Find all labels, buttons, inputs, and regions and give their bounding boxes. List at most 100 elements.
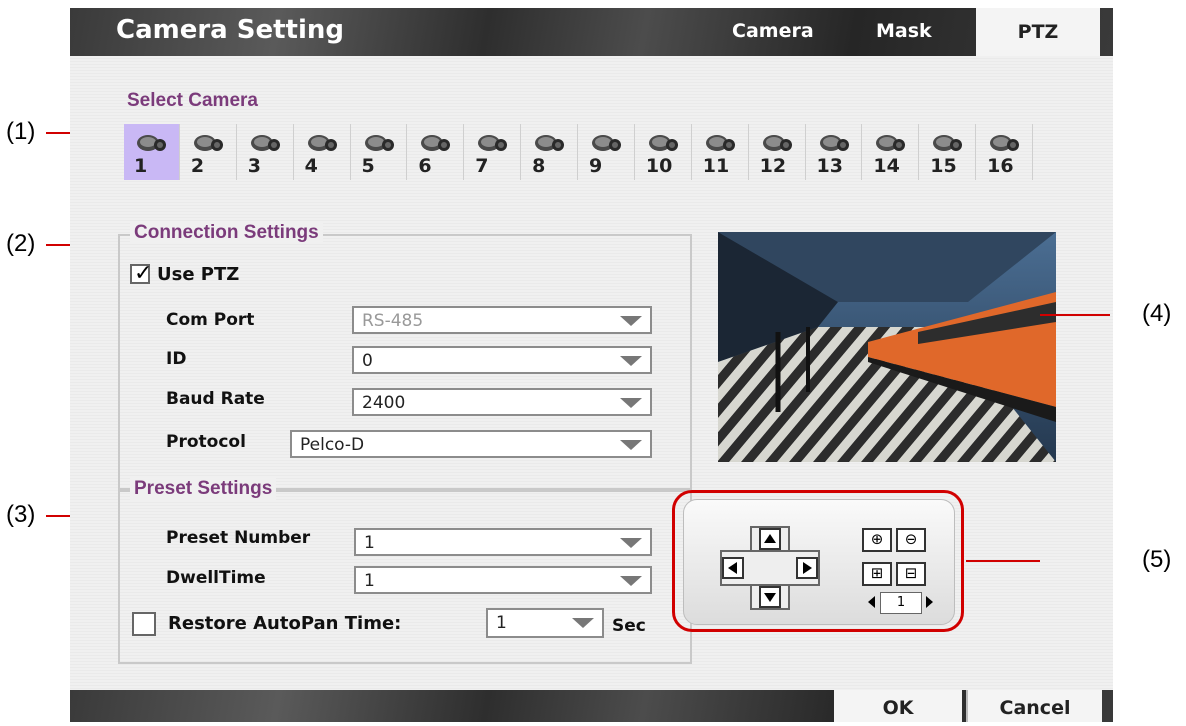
- camera-button-6[interactable]: 6: [408, 124, 465, 180]
- ok-button[interactable]: OK: [834, 690, 962, 722]
- dropdown-arrow-icon: [620, 538, 642, 548]
- camera-number: 14: [873, 155, 900, 177]
- camera-icon: [535, 135, 565, 151]
- camera-button-16[interactable]: 16: [977, 124, 1033, 180]
- protocol-label: Protocol: [166, 432, 246, 452]
- camera-number: 13: [816, 155, 843, 177]
- camera-button-2[interactable]: 2: [181, 124, 237, 180]
- zoom-in-button[interactable]: ⊕: [862, 528, 892, 552]
- camera-icon: [876, 135, 906, 151]
- id-select[interactable]: 0: [352, 346, 652, 374]
- preset-settings-heading: Preset Settings: [130, 478, 277, 500]
- camera-button-14[interactable]: 14: [863, 124, 920, 180]
- camera-icon: [819, 135, 849, 151]
- dropdown-arrow-icon: [620, 440, 642, 450]
- select-camera-heading: Select Camera: [127, 90, 258, 111]
- camera-icon: [250, 135, 280, 151]
- restore-autopan-label: Restore AutoPan Time:: [168, 613, 402, 634]
- dropdown-arrow-icon: [620, 356, 642, 366]
- focus-near-button[interactable]: ⊞: [862, 562, 892, 586]
- zoom-out-icon: ⊖: [904, 530, 918, 548]
- pan-right-button[interactable]: [796, 557, 818, 579]
- id-value: 0: [362, 351, 373, 371]
- protocol-value: Pelco-D: [300, 435, 365, 455]
- camera-icon: [990, 135, 1020, 151]
- dwell-time-label: DwellTime: [166, 568, 266, 588]
- tilt-down-button[interactable]: [759, 586, 781, 608]
- dropdown-arrow-icon: [620, 576, 642, 586]
- callout-3: (3): [6, 501, 36, 528]
- camera-icon: [705, 135, 735, 151]
- camera-button-4[interactable]: 4: [295, 124, 351, 180]
- camera-number: 6: [418, 155, 432, 177]
- camera-icon: [364, 135, 394, 151]
- focus-far-button[interactable]: ⊟: [896, 562, 926, 586]
- speed-increase-icon[interactable]: [926, 596, 933, 608]
- focus-far-icon: ⊟: [904, 564, 918, 582]
- restore-autopan-checkbox[interactable]: [132, 612, 156, 636]
- title-bar: Camera Setting Camera Mask PTZ: [70, 8, 1113, 56]
- use-ptz-checkbox[interactable]: ✓: [130, 261, 152, 286]
- camera-button-1[interactable]: 1: [124, 124, 180, 180]
- tab-mask[interactable]: Mask: [876, 20, 932, 42]
- callout-1: (1): [6, 118, 36, 145]
- callout-5: (5): [1142, 546, 1172, 573]
- camera-number: 15: [930, 155, 957, 177]
- speed-value: 1: [896, 595, 906, 610]
- restore-autopan-select[interactable]: 1: [486, 608, 604, 638]
- dwell-time-select[interactable]: 1: [354, 566, 652, 594]
- preset-number-label: Preset Number: [166, 528, 311, 548]
- arrow-right-icon: [803, 562, 812, 574]
- camera-preview-image: [718, 232, 1056, 462]
- camera-button-9[interactable]: 9: [579, 124, 635, 180]
- camera-selector: 1 2 3 4 5 6 7 8 9 10 11 12 13 14 15 16: [124, 124, 1034, 180]
- camera-icon: [762, 135, 792, 151]
- com-port-value: RS-485: [362, 311, 424, 331]
- pan-left-button[interactable]: [722, 557, 744, 579]
- camera-number: 12: [759, 155, 787, 177]
- dwell-time-value: 1: [364, 571, 375, 591]
- camera-icon: [478, 135, 508, 151]
- zoom-in-icon: ⊕: [870, 530, 884, 548]
- preset-number-value: 1: [364, 533, 375, 553]
- preset-number-select[interactable]: 1: [354, 528, 652, 556]
- camera-number: 7: [475, 155, 489, 177]
- camera-number: 3: [247, 155, 261, 177]
- camera-button-10[interactable]: 10: [636, 124, 692, 180]
- protocol-select[interactable]: Pelco-D: [290, 430, 652, 458]
- camera-button-5[interactable]: 5: [352, 124, 408, 180]
- camera-number: 4: [304, 155, 318, 177]
- callout-4-line: [1040, 314, 1110, 316]
- camera-number: 10: [645, 155, 673, 177]
- speed-value-box: 1: [880, 592, 922, 614]
- arrow-down-icon: [764, 593, 776, 602]
- camera-icon: [137, 135, 166, 151]
- camera-button-3[interactable]: 3: [238, 124, 294, 180]
- dropdown-arrow-icon: [572, 618, 594, 628]
- camera-button-7[interactable]: 7: [465, 124, 522, 180]
- cancel-button[interactable]: Cancel: [966, 690, 1102, 722]
- com-port-select[interactable]: RS-485: [352, 306, 652, 334]
- restore-autopan-value: 1: [496, 613, 507, 633]
- restore-autopan-unit: Sec: [612, 616, 646, 636]
- camera-button-12[interactable]: 12: [750, 124, 806, 180]
- connection-settings-heading: Connection Settings: [130, 222, 323, 244]
- tab-camera[interactable]: Camera: [732, 20, 814, 42]
- camera-icon: [933, 135, 963, 151]
- camera-icon: [648, 135, 678, 151]
- camera-number: 8: [532, 155, 546, 177]
- baud-rate-label: Baud Rate: [166, 389, 265, 409]
- camera-button-13[interactable]: 13: [807, 124, 863, 180]
- camera-number: 2: [190, 155, 205, 177]
- zoom-out-button[interactable]: ⊖: [896, 528, 926, 552]
- baud-rate-select[interactable]: 2400: [352, 388, 652, 416]
- camera-button-15[interactable]: 15: [920, 124, 977, 180]
- ptz-control-pad: ⊕ ⊖ ⊞ ⊟ 1: [683, 499, 955, 625]
- tilt-up-button[interactable]: [759, 528, 781, 550]
- speed-decrease-icon[interactable]: [868, 596, 875, 608]
- tab-ptz[interactable]: PTZ: [976, 8, 1100, 56]
- camera-button-11[interactable]: 11: [693, 124, 749, 180]
- dropdown-arrow-icon: [620, 316, 642, 326]
- camera-button-8[interactable]: 8: [522, 124, 578, 180]
- camera-number: 5: [361, 155, 375, 177]
